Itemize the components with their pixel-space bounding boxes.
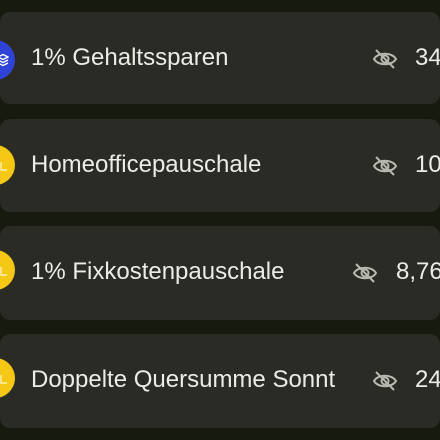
item-amount: 10 <box>415 151 440 178</box>
item-amount: 34 <box>415 44 440 71</box>
item-title: 1% Gehaltssparen <box>31 44 229 71</box>
savings-list: 1% Gehaltssparen 34 Homeofficepauschale … <box>0 0 440 440</box>
item-amount: 24 <box>415 366 440 393</box>
eye-off-icon[interactable] <box>372 48 398 70</box>
list-item[interactable]: Doppelte Quersumme Sonnt 24 <box>0 334 440 428</box>
coin-icon <box>0 250 15 290</box>
coin-icon <box>0 358 15 398</box>
coin-icon <box>0 145 15 185</box>
item-amount: 8,76 <box>396 258 440 285</box>
item-title: Homeofficepauschale <box>31 151 262 178</box>
item-title: Doppelte Quersumme Sonnt <box>31 366 336 393</box>
item-title: 1% Fixkostenpauschale <box>31 258 285 285</box>
eye-off-icon[interactable] <box>352 262 378 284</box>
list-item[interactable]: 1% Fixkostenpauschale 8,76 <box>0 226 440 320</box>
list-item[interactable]: Homeofficepauschale 10 <box>0 119 440 212</box>
list-item[interactable]: 1% Gehaltssparen 34 <box>0 12 440 104</box>
eye-off-icon[interactable] <box>372 370 398 392</box>
stack-icon <box>0 40 15 80</box>
eye-off-icon[interactable] <box>372 155 398 177</box>
